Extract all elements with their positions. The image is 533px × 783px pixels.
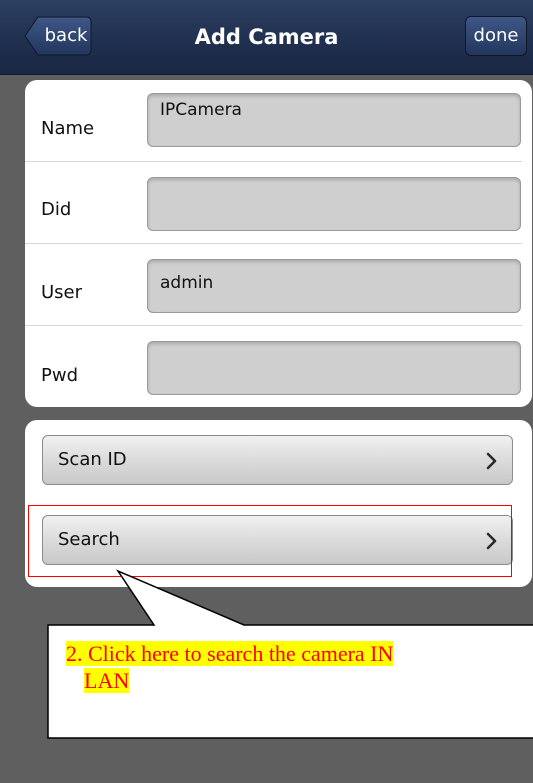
annotation-line-2: LAN bbox=[84, 668, 130, 693]
annotation-line-1: Click here to search the camera IN bbox=[88, 641, 394, 666]
annotation-step-number: 2. bbox=[66, 641, 88, 666]
callout-annotation-text: 2. Click here to search the camera IN LA… bbox=[66, 640, 526, 694]
app-screen: Add Camera back done Name Did bbox=[0, 0, 533, 783]
